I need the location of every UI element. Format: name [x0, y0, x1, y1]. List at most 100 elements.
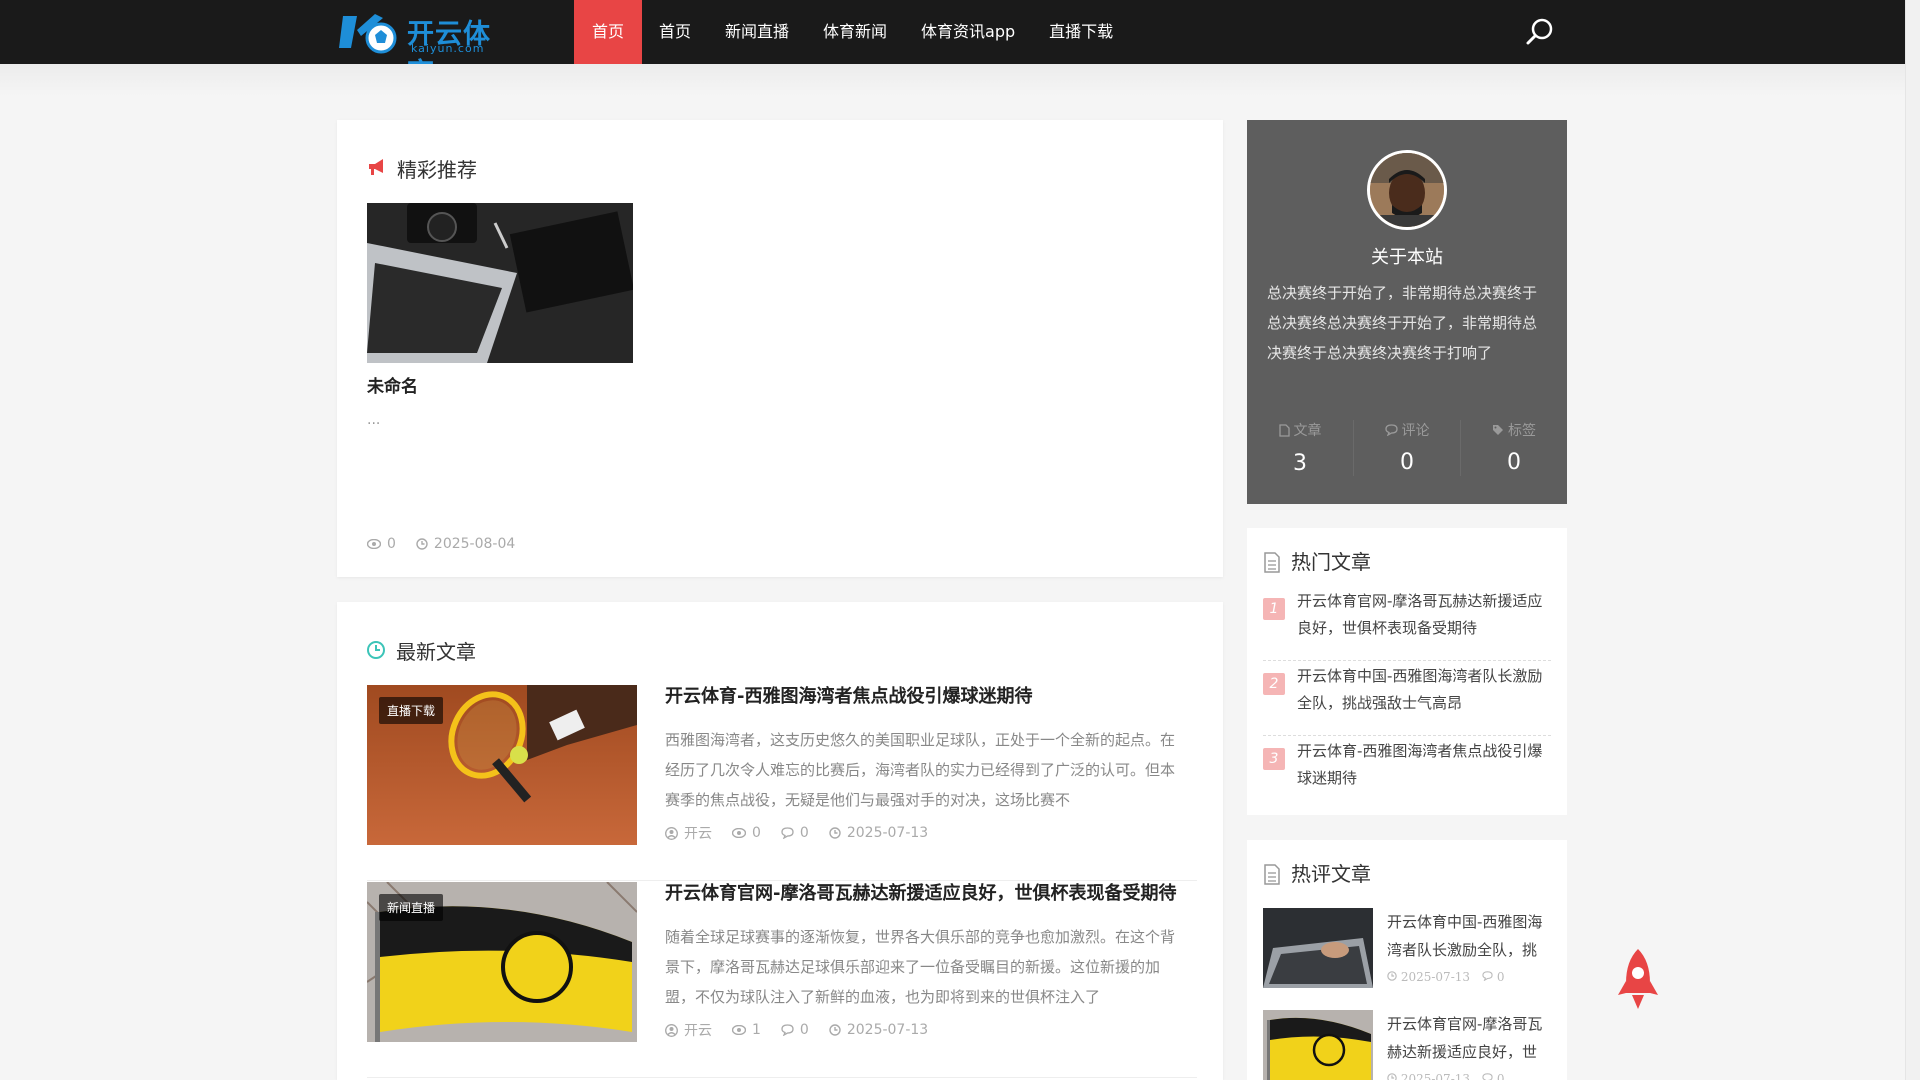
featured-panel: 精彩推荐 未命名 ... 0 2025-08-04 [337, 120, 1223, 577]
hot-commented-widget: 热评文章 开云体育中国-西雅图海湾者队长激励全队，挑战强敌士气高昂 2025-0… [1247, 840, 1567, 1080]
date-stat: 2025-08-04 [416, 536, 515, 552]
featured-meta: 0 2025-08-04 [367, 536, 535, 552]
rank-badge: 1 [1263, 598, 1285, 620]
hot-articles-title: 热门文章 [1291, 550, 1371, 574]
article-item[interactable]: 新闻直播 开云体育官网-摩洛哥瓦赫达新援适应良好，世俱杯表现备受期待 随着全球足… [367, 882, 1197, 1078]
eye-icon [367, 539, 381, 549]
comment-icon [781, 1024, 794, 1036]
file-icon [1278, 423, 1290, 437]
hot-article-link[interactable]: 开云体育官网-摩洛哥瓦赫达新援适应良好，世俱杯表现备受期待 [1297, 588, 1547, 642]
stat-comments: 评论 0 [1353, 420, 1460, 476]
category-tag[interactable]: 新闻直播 [379, 894, 444, 921]
date-stat: 2025-07-13 [1387, 970, 1470, 984]
commented-article-item[interactable]: 开云体育中国-西雅图海湾者队长激励全队，挑战强敌士气高昂 2025-07-13 … [1263, 908, 1551, 994]
article-title[interactable]: 开云体育-西雅图海湾者焦点战役引爆球迷期待 [665, 685, 1205, 709]
avatar[interactable] [1367, 150, 1447, 230]
hot-commented-title: 热评文章 [1291, 862, 1371, 886]
rank-badge: 2 [1263, 673, 1285, 695]
user-icon [665, 1023, 678, 1037]
clock-title-icon [367, 641, 385, 659]
clock-icon [829, 1024, 841, 1036]
comment-icon [1384, 424, 1398, 436]
views-stat: 0 [367, 536, 396, 552]
hot-article-link[interactable]: 开云体育-西雅图海湾者焦点战役引爆球迷期待 [1297, 738, 1547, 792]
hot-article-item[interactable]: 2 开云体育中国-西雅图海湾者队长激励全队，挑战强敌士气高昂 [1263, 661, 1551, 736]
about-description: 总决赛终于开始了，非常期待总决赛终于总决赛终总决赛终于开始了，非常期待总决赛终于… [1267, 284, 1538, 362]
article-thumbnail[interactable]: 直播下载 [367, 685, 637, 845]
comments-stat: 0 [781, 825, 809, 841]
logo-subtext: kaiyun.com [411, 42, 485, 55]
category-tag[interactable]: 直播下载 [379, 697, 444, 724]
document-icon [1264, 864, 1280, 885]
stat-tags: 标签 0 [1460, 420, 1567, 476]
page-scrollbar[interactable] [1905, 0, 1920, 1080]
nav-item-sports-news[interactable]: 体育新闻 [806, 0, 904, 64]
latest-panel: 最新文章 直播下载 开云体育-西雅图海湾者焦点战役引爆球迷期待 西雅图海湾者，这… [337, 602, 1223, 1080]
logo-mark-icon [339, 14, 397, 54]
comments-stat: 0 [1482, 1072, 1504, 1080]
commented-article-item[interactable]: 开云体育官网-摩洛哥瓦赫达新援适应良好，世俱杯表现备受期待 2025-07-13… [1263, 1010, 1551, 1080]
article-thumbnail[interactable]: 新闻直播 [367, 882, 637, 1042]
rank-badge: 3 [1263, 748, 1285, 770]
nav-item-sports-app[interactable]: 体育资讯app [904, 0, 1032, 64]
about-title: 关于本站 [1371, 247, 1443, 268]
clock-icon [416, 538, 428, 550]
clock-icon [829, 827, 841, 839]
comment-icon [1482, 971, 1493, 982]
commented-thumbnail[interactable] [1263, 908, 1373, 988]
date-stat: 2025-07-13 [829, 1022, 928, 1038]
commented-meta: 2025-07-13 0 [1387, 1072, 1504, 1080]
views-stat: 1 [732, 1022, 761, 1038]
article-meta: 开云 1 0 2025-07-13 [665, 1020, 948, 1040]
date-stat: 2025-07-13 [829, 825, 928, 841]
author-stat: 开云 [665, 823, 712, 843]
featured-title: 精彩推荐 [397, 158, 477, 182]
comments-stat: 0 [781, 1022, 809, 1038]
hot-articles-widget: 热门文章 1 开云体育官网-摩洛哥瓦赫达新援适应良好，世俱杯表现备受期待 2 开… [1247, 528, 1567, 815]
article-excerpt: 西雅图海湾者，这支历史悠久的美国职业足球队，正处于一个全新的起点。在经历了几次令… [665, 731, 1176, 809]
stat-posts-value: 3 [1293, 450, 1307, 476]
clock-icon [1387, 971, 1397, 981]
tag-icon [1493, 425, 1503, 435]
nav-item-home-active[interactable]: 首页 [574, 0, 642, 64]
eye-icon [732, 1025, 746, 1035]
views-stat: 0 [732, 825, 761, 841]
top-navbar: 开云体育 kaiyun.com 首页 首页 新闻直播 体育新闻 体育资讯app … [0, 0, 1905, 89]
featured-image[interactable] [367, 203, 633, 363]
stat-posts: 文章 3 [1247, 420, 1353, 476]
article-excerpt: 随着全球足球赛事的逐渐恢复，世界各大俱乐部的竞争也愈加激烈。在这个背景下，摩洛哥… [665, 928, 1176, 1006]
latest-title: 最新文章 [396, 640, 476, 664]
main-nav: 首页 首页 新闻直播 体育新闻 体育资讯app 直播下载 [574, 0, 1130, 64]
site-stats: 文章 3 评论 0 标签 0 [1247, 420, 1567, 476]
eye-icon [732, 828, 746, 838]
featured-post-title[interactable]: 未命名 [367, 372, 418, 397]
date-stat: 2025-07-13 [1387, 1072, 1470, 1080]
hot-article-item[interactable]: 1 开云体育官网-摩洛哥瓦赫达新援适应良好，世俱杯表现备受期待 [1263, 586, 1551, 661]
article-meta: 开云 0 0 2025-07-13 [665, 823, 948, 843]
commented-thumbnail[interactable] [1263, 1010, 1373, 1080]
document-icon [1264, 552, 1280, 573]
nav-item-home[interactable]: 首页 [642, 0, 708, 64]
article-item[interactable]: 直播下载 开云体育-西雅图海湾者焦点战役引爆球迷期待 西雅图海湾者，这支历史悠久… [367, 685, 1197, 881]
comments-stat: 0 [1482, 970, 1504, 984]
nav-item-live-download[interactable]: 直播下载 [1032, 0, 1130, 64]
search-icon[interactable] [1524, 16, 1556, 48]
comment-icon [1482, 1073, 1493, 1080]
commented-article-link[interactable]: 开云体育官网-摩洛哥瓦赫达新援适应良好，世俱杯表现备受期待 [1387, 1010, 1551, 1066]
site-logo[interactable]: 开云体育 kaiyun.com [337, 8, 507, 89]
about-widget: 关于本站 总决赛终于开始了，非常期待总决赛终于总决赛终总决赛终于开始了，非常期待… [1247, 120, 1567, 504]
comment-icon [781, 827, 794, 839]
megaphone-icon [369, 159, 383, 175]
featured-excerpt: ... [367, 412, 381, 428]
author-stat: 开云 [665, 1020, 712, 1040]
hot-article-item[interactable]: 3 开云体育-西雅图海湾者焦点战役引爆球迷期待 [1263, 736, 1551, 811]
hot-article-link[interactable]: 开云体育中国-西雅图海湾者队长激励全队，挑战强敌士气高昂 [1297, 663, 1547, 717]
clock-icon [1387, 1073, 1397, 1080]
header-shadow-bar [0, 64, 1905, 96]
nav-item-news-live[interactable]: 新闻直播 [708, 0, 806, 64]
article-title[interactable]: 开云体育官网-摩洛哥瓦赫达新援适应良好，世俱杯表现备受期待 [665, 882, 1205, 906]
commented-article-link[interactable]: 开云体育中国-西雅图海湾者队长激励全队，挑战强敌士气高昂 [1387, 908, 1551, 964]
back-to-top-rocket-icon[interactable] [1616, 947, 1660, 1013]
stat-comments-value: 0 [1400, 450, 1414, 475]
commented-meta: 2025-07-13 0 [1387, 970, 1504, 984]
